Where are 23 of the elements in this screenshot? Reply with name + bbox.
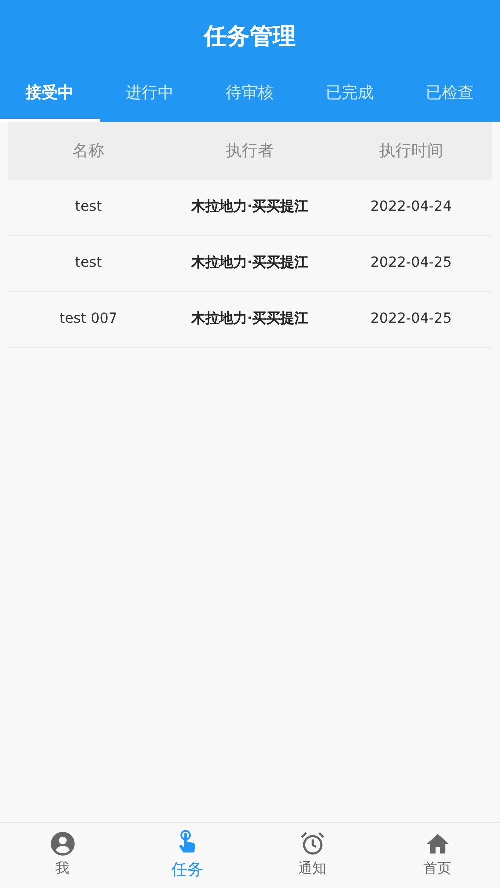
table-cell-text: 木拉地力·买买提江 xyxy=(190,310,310,328)
tab[interactable]: 待审核 xyxy=(200,70,300,122)
table-cell-text: 2022-04-25 xyxy=(370,254,453,272)
table-cell-text: test 007 xyxy=(58,310,119,328)
column-header: 执行者 xyxy=(224,140,275,162)
tab[interactable]: 已检查 xyxy=(400,70,500,122)
column-header: 执行时间 xyxy=(378,140,444,162)
table-cell-text: test xyxy=(74,198,104,216)
table-cell-text: test xyxy=(74,254,104,272)
tab[interactable]: 进行中 xyxy=(100,70,200,122)
nav-tab[interactable]: 任务 xyxy=(125,823,250,888)
table-cell-text: 2022-04-24 xyxy=(370,198,453,216)
table-cell-text: 2022-04-25 xyxy=(370,310,453,328)
page-title: 任务管理 xyxy=(202,23,297,52)
alarm-clock-icon xyxy=(300,831,326,857)
tab[interactable]: 已完成 xyxy=(300,70,400,122)
nav-tab[interactable]: 首页 xyxy=(375,823,500,888)
table-cell-text: 木拉地力·买买提江 xyxy=(190,254,310,272)
table-cell-text: 木拉地力·买买提江 xyxy=(190,198,310,216)
column-header: 名称 xyxy=(72,140,106,162)
nav-tab[interactable]: 通知 xyxy=(250,823,375,888)
person-icon xyxy=(50,831,76,857)
nav-tab[interactable]: 我 xyxy=(0,823,125,888)
